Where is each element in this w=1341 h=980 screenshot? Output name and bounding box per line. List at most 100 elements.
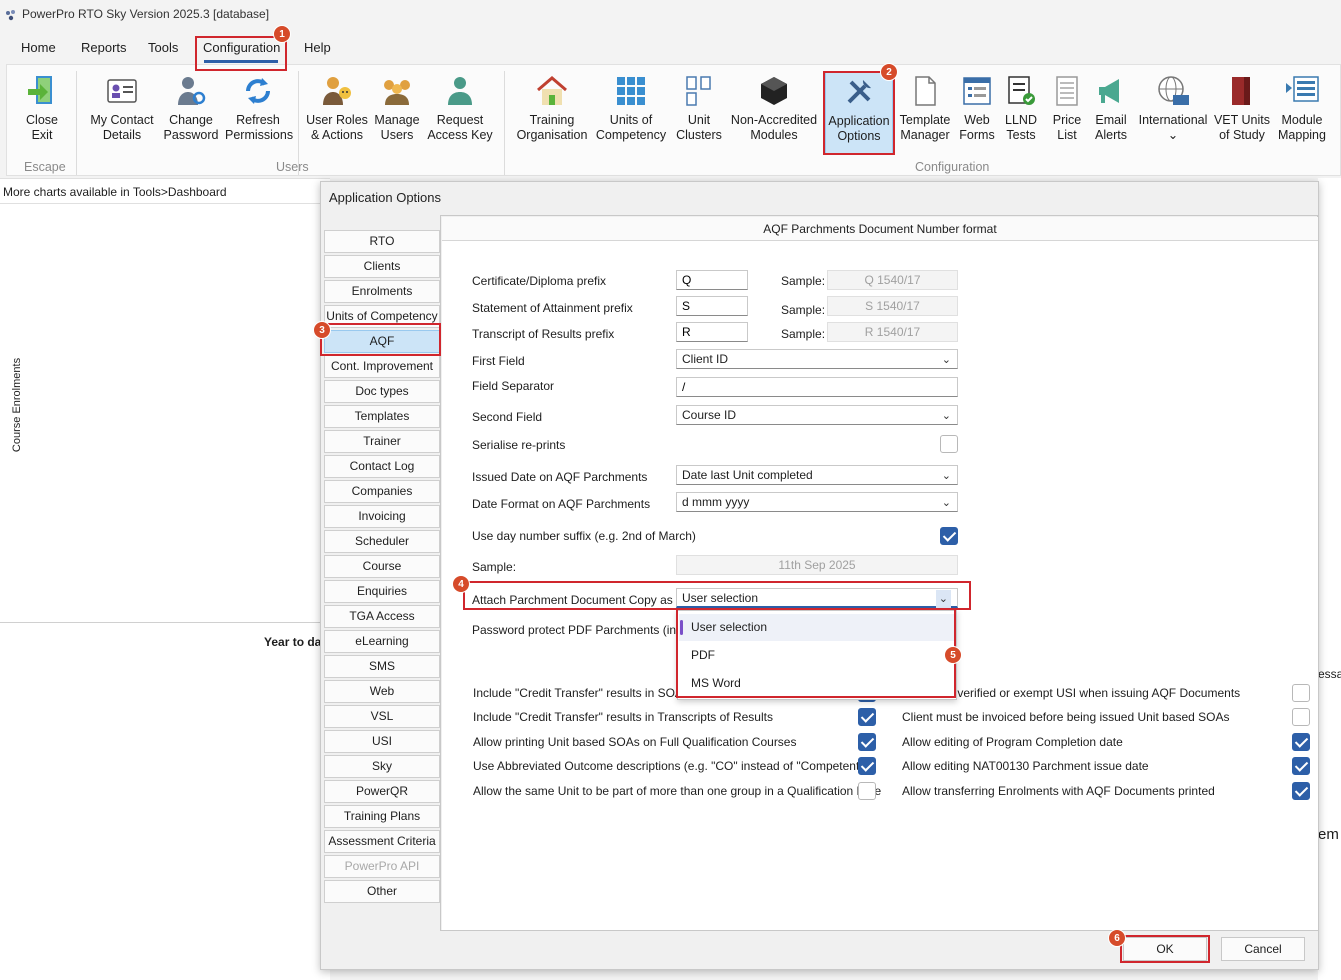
soa-prefix-input[interactable]: [676, 296, 748, 316]
nav-templates[interactable]: Templates: [324, 405, 440, 428]
megaphone-icon: [1099, 79, 1119, 103]
callout-application-options: [823, 71, 895, 155]
nav-enquiries[interactable]: Enquiries: [324, 580, 440, 603]
house-icon: [537, 76, 567, 105]
user-roles-label-1: User Roles: [306, 113, 368, 127]
units-of-competency-button[interactable]: Units of Competency: [595, 73, 667, 143]
document-icon: [915, 76, 936, 106]
menu-tools[interactable]: Tools: [148, 40, 178, 55]
vet-units-label-2: of Study: [1219, 128, 1265, 142]
nav-contact-log[interactable]: Contact Log: [324, 455, 440, 478]
soa-prefix-label: Statement of Attainment prefix: [472, 301, 633, 315]
password-protect-label: Password protect PDF Parchments (includi: [472, 623, 676, 637]
issued-date-select[interactable]: Date last Unit completed ⌄: [676, 465, 958, 485]
check-right-3[interactable]: [1292, 733, 1310, 751]
nav-scheduler[interactable]: Scheduler: [324, 530, 440, 553]
vet-units-of-study-button[interactable]: VET Units of Study: [1213, 73, 1271, 143]
llnd-tests-label-2: Tests: [1006, 128, 1036, 142]
price-list-button[interactable]: Price List: [1047, 73, 1087, 143]
first-field-label: First Field: [472, 354, 525, 368]
manage-users-button[interactable]: Manage Users: [370, 73, 424, 143]
menu-help[interactable]: Help: [304, 40, 331, 55]
group-label-users: Users: [276, 160, 309, 174]
cert-prefix-input[interactable]: [676, 270, 748, 290]
check-label-left-5: Allow the same Unit to be part of more t…: [473, 784, 882, 798]
nav-tga-access[interactable]: TGA Access: [324, 605, 440, 628]
change-password-label-1: Change: [169, 113, 213, 127]
nav-training-plans[interactable]: Training Plans: [324, 805, 440, 828]
request-access-key-button[interactable]: Request Access Key: [427, 73, 493, 143]
date-format-select[interactable]: d mmm yyyy ⌄: [676, 492, 958, 512]
nav-rto[interactable]: RTO: [324, 230, 440, 253]
nav-enrolments[interactable]: Enrolments: [324, 280, 440, 303]
nav-invoicing[interactable]: Invoicing: [324, 505, 440, 528]
refresh-permissions-button[interactable]: Refresh Permissions: [225, 73, 293, 143]
menu-reports[interactable]: Reports: [81, 40, 127, 55]
serialise-checkbox[interactable]: [940, 435, 958, 453]
second-field-select[interactable]: Course ID ⌄: [676, 405, 958, 425]
check-left-2[interactable]: [858, 708, 876, 726]
nav-powerpro-api: PowerPro API: [324, 855, 440, 878]
chevron-down-icon: ⌄: [941, 410, 951, 422]
units-label-2: Competency: [595, 128, 667, 142]
day-suffix-checkbox[interactable]: [940, 527, 958, 545]
user-roles-button[interactable]: User Roles & Actions: [306, 73, 368, 143]
nav-web[interactable]: Web: [324, 680, 440, 703]
dashboard-panel: More charts available in Tools>Dashboard…: [0, 178, 330, 980]
nav-usi[interactable]: USI: [324, 730, 440, 753]
cube-icon: [761, 77, 787, 105]
nav-powerqr[interactable]: PowerQR: [324, 780, 440, 803]
template-manager-button[interactable]: Template Manager: [897, 73, 953, 143]
module-mapping-label-1: Module: [1281, 113, 1323, 127]
unit-clusters-button[interactable]: Unit Clusters: [671, 73, 727, 143]
separator-input[interactable]: [676, 377, 958, 397]
nav-companies[interactable]: Companies: [324, 480, 440, 503]
close-exit-button[interactable]: Close Exit: [11, 73, 73, 143]
clusters-icon: [686, 76, 711, 106]
nav-course[interactable]: Course: [324, 555, 440, 578]
nav-doc-types[interactable]: Doc types: [324, 380, 440, 403]
callout-attach-copy: [463, 581, 971, 610]
user-roles-label-2: & Actions: [310, 128, 364, 142]
unit-clusters-label-2: Clusters: [676, 128, 722, 142]
grid-icon: [617, 77, 645, 105]
international-dropdown-icon: ⌄: [1167, 128, 1179, 142]
price-list-icon: [1056, 76, 1078, 106]
my-contact-details-button[interactable]: My Contact Details: [87, 73, 157, 143]
first-field-select[interactable]: Client ID ⌄: [676, 349, 958, 369]
request-access-label-1: Request: [436, 113, 484, 127]
cancel-button[interactable]: Cancel: [1221, 937, 1305, 961]
nav-assessment-criteria[interactable]: Assessment Criteria: [324, 830, 440, 853]
llnd-tests-button[interactable]: LLND Tests: [1003, 73, 1039, 143]
international-button[interactable]: International ⌄: [1137, 73, 1209, 143]
check-left-5[interactable]: [858, 782, 876, 800]
group-label-configuration: Configuration: [915, 160, 990, 174]
nav-vsl[interactable]: VSL: [324, 705, 440, 728]
check-left-3[interactable]: [858, 733, 876, 751]
nav-other[interactable]: Other: [324, 880, 440, 903]
nav-trainer[interactable]: Trainer: [324, 430, 440, 453]
serialise-label: Serialise re-prints: [472, 438, 566, 452]
callout-badge-4: 4: [452, 575, 470, 593]
menu-home[interactable]: Home: [21, 40, 56, 55]
tor-prefix-input[interactable]: [676, 322, 748, 342]
my-contact-label-2: Details: [102, 128, 142, 142]
soa-sample-field: S 1540/17: [827, 296, 958, 316]
nav-sms[interactable]: SMS: [324, 655, 440, 678]
check-right-1[interactable]: [1292, 684, 1310, 702]
change-password-button[interactable]: Change Password: [159, 73, 223, 143]
web-forms-button[interactable]: Web Forms: [957, 73, 997, 143]
check-right-5[interactable]: [1292, 782, 1310, 800]
email-alerts-button[interactable]: Email Alerts: [1091, 73, 1131, 143]
check-left-4[interactable]: [858, 757, 876, 775]
nav-sky[interactable]: Sky: [324, 755, 440, 778]
nav-cont-improvement[interactable]: Cont. Improvement: [324, 355, 440, 378]
training-organisation-button[interactable]: Training Organisation: [514, 73, 590, 143]
check-right-4[interactable]: [1292, 757, 1310, 775]
messages-snippet: essag: [1318, 667, 1341, 681]
nav-clients[interactable]: Clients: [324, 255, 440, 278]
check-right-2[interactable]: [1292, 708, 1310, 726]
non-accredited-modules-button[interactable]: Non-Accredited Modules: [729, 73, 819, 143]
module-mapping-button[interactable]: Module Mapping: [1273, 73, 1331, 143]
nav-elearning[interactable]: eLearning: [324, 630, 440, 653]
